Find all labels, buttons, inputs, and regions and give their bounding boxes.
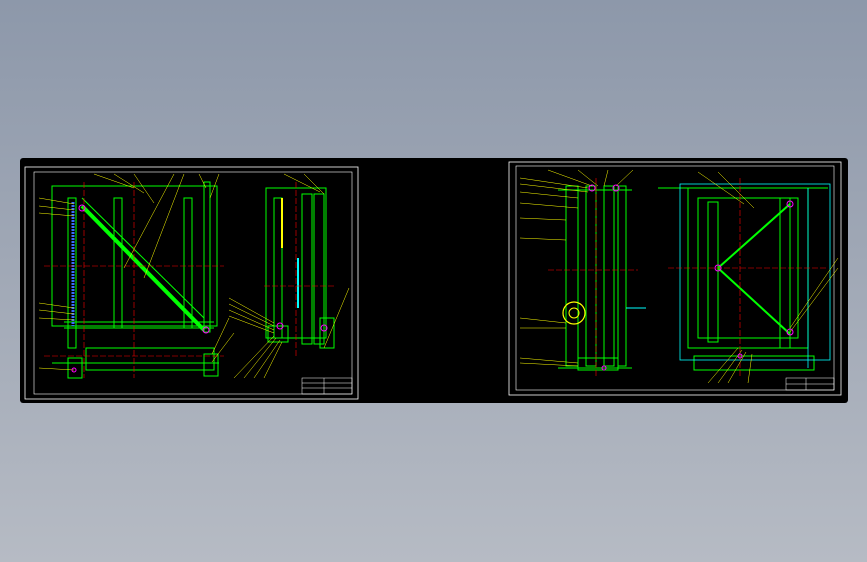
drawing-canvas[interactable]	[20, 158, 848, 403]
drawing-sheet-right[interactable]	[508, 158, 844, 403]
cad-drawing-sheet-icon	[508, 161, 842, 396]
cad-drawing-sheet-icon	[24, 166, 359, 400]
drawing-sheet-left[interactable]	[24, 158, 360, 403]
